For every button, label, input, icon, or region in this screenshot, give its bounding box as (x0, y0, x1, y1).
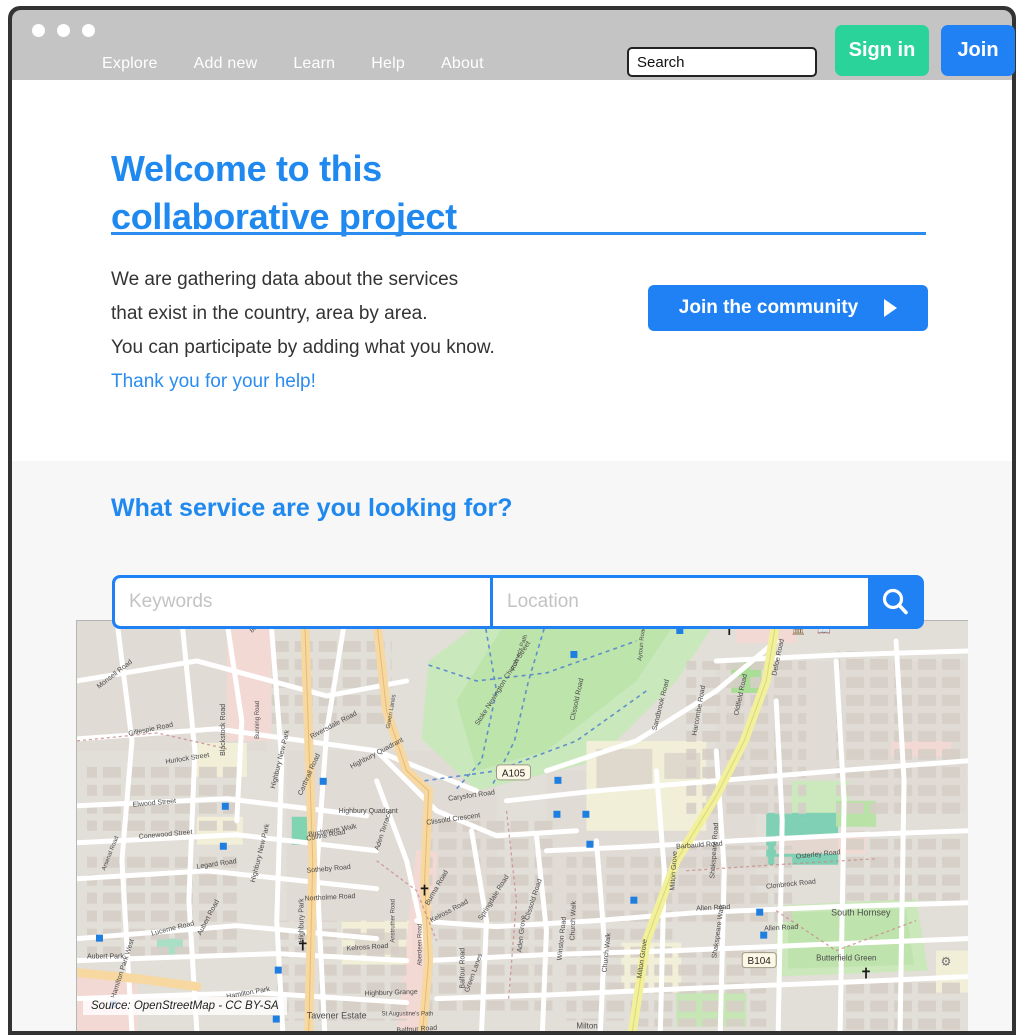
hero-paragraph-line-1: We are gathering data about the services (111, 269, 459, 290)
map-road-shield: A105 (496, 764, 531, 781)
location-input[interactable] (493, 578, 868, 626)
page-title: Welcome to this collaborative project (111, 145, 811, 241)
map-street-label: Aubert Park (87, 954, 124, 961)
map-street-label: Highbury Park (299, 898, 306, 943)
join-the-community-label: Join the community (678, 297, 859, 318)
nav-item-about[interactable]: About (441, 55, 484, 73)
window-controls[interactable] (32, 24, 95, 37)
service-search-section: What service are you looking for? ✝ ✝ ✝ … (12, 461, 1012, 1031)
map-street-label: Blackstock Road (220, 704, 227, 756)
close-window-icon[interactable] (32, 24, 45, 37)
search-submit-button[interactable] (868, 578, 921, 626)
svg-text:✝: ✝ (860, 965, 873, 983)
join-button[interactable]: Join (941, 25, 1015, 76)
hero-paragraph-line-2: that exist in the country, area by area. (111, 303, 428, 324)
map-street-label: Bunning Road (255, 701, 261, 739)
nav-item-learn[interactable]: Learn (293, 55, 335, 73)
header-search-input[interactable] (627, 47, 817, 77)
play-triangle-icon (884, 299, 898, 317)
minimize-window-icon[interactable] (57, 24, 70, 37)
hero-paragraph-line-3: You can participate by adding what you k… (111, 337, 495, 358)
hero-divider (111, 232, 926, 235)
map-attribution: Source: OpenStreetMap - CC BY-SA (83, 997, 287, 1015)
svg-text:A105: A105 (502, 768, 526, 779)
maximize-window-icon[interactable] (82, 24, 95, 37)
map-street-label: St Augustine's Path (382, 1012, 434, 1018)
search-section-heading: What service are you looking for? (111, 493, 513, 522)
hero-title-line-1: Welcome to this (111, 148, 382, 190)
svg-text:B104: B104 (748, 956, 772, 967)
hero-section: Welcome to this collaborative project We… (12, 80, 1012, 461)
hero-title-line-2: collaborative project (111, 196, 457, 238)
svg-text:⚙: ⚙ (941, 955, 952, 969)
hero-thanks-link[interactable]: Thank you for your help! (111, 371, 316, 392)
browser-window: Explore Add new Learn Help About Sign in… (8, 6, 1016, 1035)
keywords-input[interactable] (115, 578, 490, 626)
page-content: Welcome to this collaborative project We… (12, 80, 1012, 1031)
map-road-shield: B104 (741, 952, 777, 969)
map-street-label: South Hornsey (831, 908, 891, 918)
nav-item-help[interactable]: Help (371, 55, 405, 73)
map-street-label: Balfour Road (460, 948, 467, 989)
nav-item-add-new[interactable]: Add new (194, 55, 258, 73)
openstreetmap-canvas[interactable]: ✝ ✝ ✝ ✝ ✝ 🏛 📖 ⚙ (77, 621, 968, 1031)
hero-description: We are gathering data about the services… (111, 263, 631, 399)
map-street-label: Butterfield Green (816, 954, 876, 963)
search-icon (882, 588, 908, 615)
map-panel[interactable]: ✝ ✝ ✝ ✝ ✝ 🏛 📖 ⚙ (76, 620, 968, 1031)
join-the-community-button[interactable]: Join the community (648, 285, 928, 331)
map-street-label: Milton (576, 1022, 597, 1031)
sign-in-button[interactable]: Sign in (835, 25, 929, 76)
window-titlebar: Explore Add new Learn Help About Sign in… (12, 10, 1015, 80)
main-navigation: Explore Add new Learn Help About (102, 55, 484, 73)
map-street-label: Aberdeen Road (418, 924, 424, 966)
map-street-label: Anstruther Road (391, 899, 397, 943)
service-search-bar (112, 575, 924, 629)
nav-item-explore[interactable]: Explore (102, 55, 158, 73)
map-street-label: Church Walk (569, 900, 577, 940)
map-street-label: Tavener Estate (307, 1011, 367, 1021)
